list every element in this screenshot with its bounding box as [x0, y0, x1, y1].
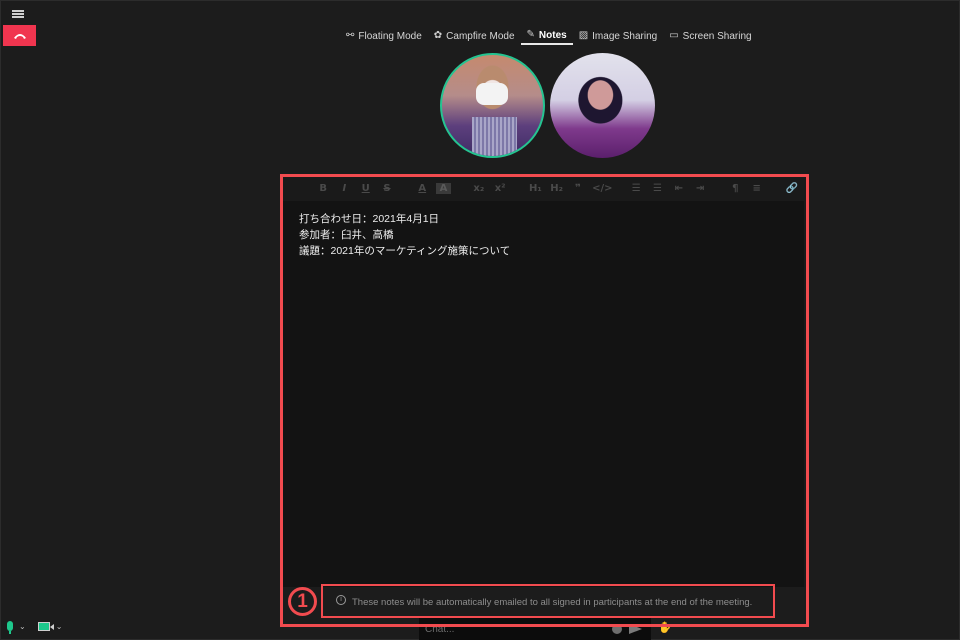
tab-notes[interactable]: ✎ Notes: [520, 27, 573, 45]
campfire-icon: ✿: [433, 30, 443, 41]
annotation-box-notice: [321, 584, 775, 618]
participant-videos: [440, 53, 655, 158]
tab-floating-mode[interactable]: ⚯ Floating Mode: [340, 27, 428, 45]
shirt: [472, 117, 517, 156]
participant-video-2[interactable]: [550, 53, 655, 158]
chevron-down-icon[interactable]: ⌄: [19, 622, 26, 631]
microphone-icon[interactable]: [7, 621, 13, 634]
tab-image-sharing[interactable]: ▨ Image Sharing: [573, 27, 664, 45]
mode-tabs: ⚯ Floating Mode ✿ Campfire Mode ✎ Notes …: [340, 27, 758, 47]
participant-video-1[interactable]: [440, 53, 545, 158]
phone-hangup-icon: [13, 33, 26, 39]
annotation-number-badge: 1: [288, 587, 317, 616]
av-controls: ⌄ ⌄: [7, 621, 63, 634]
monitor-icon: ▭: [669, 30, 679, 41]
floating-mode-icon: ⚯: [346, 30, 355, 41]
annotation-box-editor: [280, 174, 809, 627]
camera-icon[interactable]: [37, 621, 54, 631]
edit-note-icon: ✎: [526, 29, 535, 40]
app-window: ⚯ Floating Mode ✿ Campfire Mode ✎ Notes …: [0, 0, 960, 640]
image-icon: ▨: [578, 30, 589, 41]
tab-label: Notes: [538, 29, 567, 41]
tab-screen-sharing[interactable]: ▭ Screen Sharing: [663, 27, 757, 45]
tab-label: Campfire Mode: [446, 30, 515, 42]
chevron-down-icon[interactable]: ⌄: [56, 622, 63, 631]
hang-up-button[interactable]: [3, 25, 36, 46]
tab-campfire-mode[interactable]: ✿ Campfire Mode: [428, 27, 521, 45]
face-mask: [476, 83, 508, 105]
hamburger-menu-icon[interactable]: [11, 8, 25, 20]
tab-label: Floating Mode: [358, 30, 422, 42]
tab-label: Screen Sharing: [682, 30, 752, 42]
tab-label: Image Sharing: [592, 30, 658, 42]
